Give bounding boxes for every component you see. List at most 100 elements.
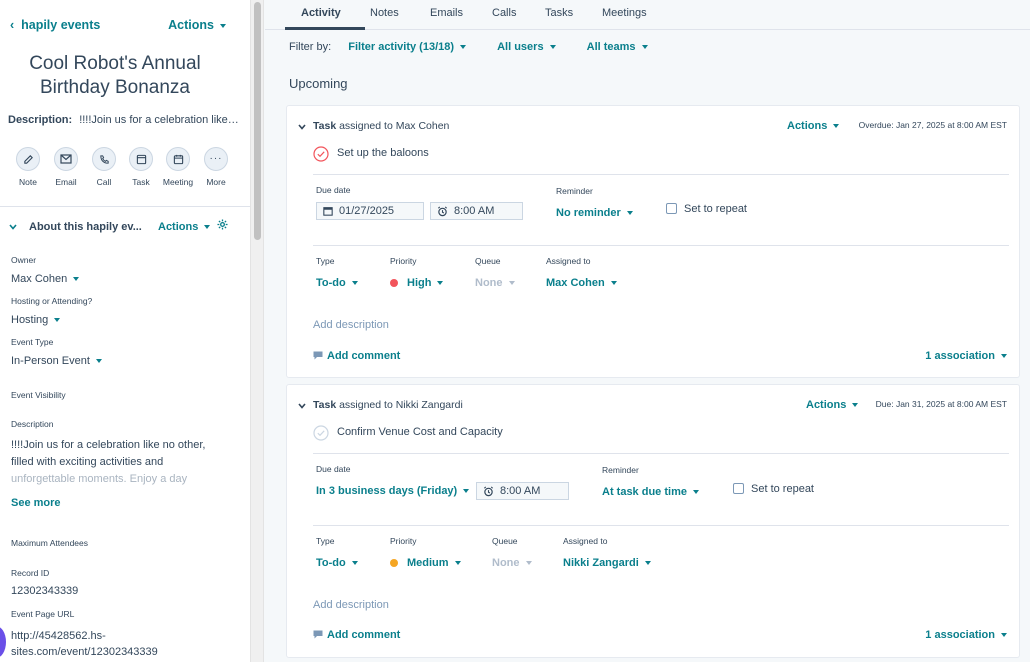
repeat-checkbox[interactable] [733, 483, 744, 494]
hosting-value: Hosting [11, 314, 49, 326]
filter-users-value: All users [497, 41, 544, 53]
due-date-value: In 3 business days (Friday) [316, 485, 458, 497]
priority-dropdown[interactable]: Medium [390, 557, 461, 569]
chevron-down-icon[interactable] [9, 224, 17, 230]
record-sidebar: ‹ hapily events Actions Cool Robot's Ann… [0, 0, 250, 662]
tab-emails[interactable]: Emails [430, 7, 463, 19]
add-comment-button[interactable]: Add comment [313, 629, 400, 641]
task-assigned-text: assigned to Nikki Zangardi [339, 399, 463, 411]
sidebar-scrollbar[interactable] [250, 0, 264, 662]
assigned-to-dropdown[interactable]: Max Cohen [546, 277, 617, 289]
record-actions-dropdown[interactable]: Actions [168, 18, 226, 32]
note-icon [23, 154, 33, 164]
task-actions-label: Actions [806, 399, 847, 411]
filter-activity-dropdown[interactable]: Filter activity (13/18) [348, 41, 480, 53]
reminder-dropdown[interactable]: At task due time [602, 486, 699, 498]
chevron-down-icon[interactable] [298, 124, 306, 130]
event-visibility-label: Event Visibility [11, 390, 66, 400]
type-value: To-do [316, 277, 346, 289]
event-type-value: In-Person Event [11, 355, 90, 367]
description-label: Description [11, 419, 54, 429]
task-due-note: Overdue: Jan 27, 2025 at 8:00 AM EST [858, 120, 1007, 130]
task-title[interactable]: Set up the baloons [337, 147, 429, 159]
see-more-link[interactable]: See more [11, 497, 61, 509]
tab-activity[interactable]: Activity [301, 7, 341, 19]
activity-panel: Activity Notes Emails Calls Tasks Meetin… [265, 0, 1030, 662]
complete-task-icon[interactable] [313, 425, 329, 441]
filter-users-dropdown[interactable]: All users [497, 41, 569, 53]
back-link[interactable]: ‹ hapily events [10, 18, 100, 32]
gear-icon[interactable] [217, 219, 228, 230]
add-description-link[interactable]: Add description [313, 599, 389, 611]
complete-task-icon[interactable] [313, 146, 329, 162]
add-description-link[interactable]: Add description [313, 319, 389, 331]
assistant-launcher[interactable] [0, 626, 6, 658]
task-title[interactable]: Confirm Venue Cost and Capacity [337, 426, 503, 438]
reminder-value: At task due time [602, 486, 687, 498]
tab-calls[interactable]: Calls [492, 7, 516, 19]
priority-label: Priority [390, 536, 417, 546]
call-label: Call [96, 177, 112, 187]
queue-dropdown[interactable]: None [492, 557, 532, 569]
due-time-value: 8:00 AM [500, 485, 541, 497]
description-value[interactable]: !!!!Join us for a celebration like no ot… [11, 437, 231, 488]
meeting-button[interactable]: Meeting [159, 147, 197, 187]
note-label: Note [19, 177, 37, 187]
note-button[interactable]: Note [9, 147, 47, 187]
task-icon [136, 154, 146, 164]
hosting-dropdown[interactable]: Hosting [11, 314, 61, 326]
associations-dropdown[interactable]: 1 association [925, 350, 1007, 362]
more-button[interactable]: ··· More [197, 147, 235, 187]
event-url-label: Event Page URL [11, 609, 75, 619]
email-button[interactable]: Email [47, 147, 85, 187]
priority-dropdown[interactable]: High [390, 277, 444, 289]
tab-tasks[interactable]: Tasks [545, 7, 573, 19]
due-time-input[interactable]: 8:00 AM [430, 202, 523, 220]
assigned-to-dropdown[interactable]: Nikki Zangardi [563, 557, 651, 569]
assigned-to-label: Assigned to [563, 536, 608, 546]
associations-label: 1 association [925, 350, 995, 362]
due-date-dropdown[interactable]: In 3 business days (Friday) [316, 485, 470, 497]
associations-dropdown[interactable]: 1 association [925, 629, 1007, 641]
chevron-down-icon[interactable] [298, 403, 306, 409]
scrollbar-thumb[interactable] [254, 2, 261, 240]
task-actions-dropdown[interactable]: Actions [806, 399, 859, 411]
associations-label: 1 association [925, 629, 995, 641]
about-section-title[interactable]: About this hapily ev... [29, 221, 142, 233]
event-url-value[interactable]: http://45428562.hs- sites.com/event/1230… [11, 628, 158, 660]
due-time-value: 8:00 AM [454, 205, 495, 217]
tab-notes[interactable]: Notes [370, 7, 399, 19]
record-title-line1: Cool Robot's Annual [29, 53, 201, 74]
type-label: Type [316, 536, 335, 546]
task-button[interactable]: Task [122, 147, 160, 187]
event-type-dropdown[interactable]: In-Person Event [11, 355, 102, 367]
call-button[interactable]: Call [85, 147, 123, 187]
filter-label: Filter by: [289, 41, 332, 53]
type-value: To-do [316, 557, 346, 569]
divider [313, 245, 1009, 246]
reminder-dropdown[interactable]: No reminder [556, 207, 633, 219]
task-label: Task [132, 177, 150, 187]
about-actions-dropdown[interactable]: Actions [158, 221, 211, 233]
queue-dropdown[interactable]: None [475, 277, 515, 289]
type-dropdown[interactable]: To-do [316, 277, 358, 289]
due-date-label: Due date [316, 464, 351, 474]
owner-dropdown[interactable]: Max Cohen [11, 273, 80, 285]
add-comment-button[interactable]: Add comment [313, 350, 400, 362]
repeat-checkbox[interactable] [666, 203, 677, 214]
tab-meetings[interactable]: Meetings [602, 7, 647, 19]
type-label: Type [316, 256, 335, 266]
section-title-upcoming: Upcoming [289, 76, 348, 91]
priority-value: High [407, 277, 432, 289]
active-tab-indicator [285, 27, 365, 30]
task-actions-dropdown[interactable]: Actions [787, 120, 840, 132]
description-line: !!!!Join us for a celebration like no ot… [11, 439, 206, 451]
priority-high-dot [390, 279, 398, 287]
due-date-input[interactable]: 01/27/2025 [316, 202, 424, 220]
priority-label: Priority [390, 256, 417, 266]
call-icon [99, 154, 109, 164]
type-dropdown[interactable]: To-do [316, 557, 358, 569]
due-time-input[interactable]: 8:00 AM [476, 482, 569, 500]
alarm-clock-icon [437, 206, 448, 216]
filter-teams-dropdown[interactable]: All teams [587, 41, 662, 53]
